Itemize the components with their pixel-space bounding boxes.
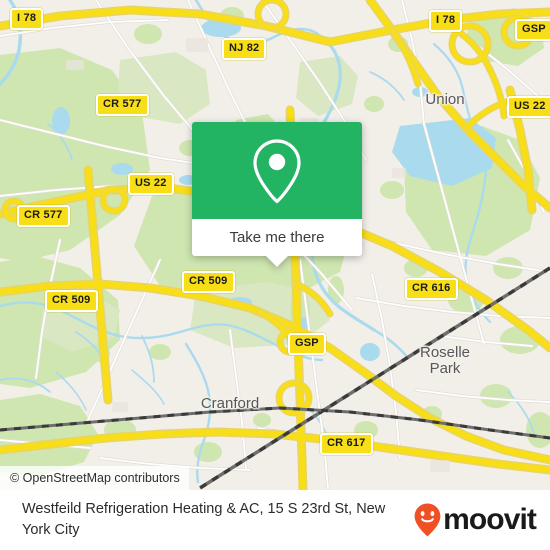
road-shield[interactable]: CR 616 bbox=[405, 278, 458, 300]
place-label-roselle-park: Roselle Park bbox=[419, 344, 471, 377]
moovit-logo[interactable]: moovit bbox=[414, 503, 537, 537]
map-canvas[interactable]: .wtr { fill:#aadaee; } .wln { fill:none;… bbox=[0, 0, 550, 490]
moovit-map-page: .wtr { fill:#aadaee; } .wln { fill:none;… bbox=[0, 0, 550, 550]
road-shield[interactable]: CR 577 bbox=[96, 94, 149, 116]
road-shield[interactable]: CR 617 bbox=[320, 433, 373, 455]
location-pin-icon bbox=[251, 138, 303, 204]
road-shield[interactable]: GSP bbox=[515, 19, 550, 41]
take-me-there-label: Take me there bbox=[229, 229, 325, 246]
road-shield[interactable]: US 22 bbox=[507, 96, 550, 118]
road-shield[interactable]: CR 577 bbox=[17, 205, 70, 227]
take-me-there-button[interactable]: Take me there bbox=[192, 219, 362, 267]
location-popup-card[interactable]: Take me there bbox=[192, 122, 362, 267]
place-label-cranford: Cranford bbox=[200, 395, 260, 412]
road-shield[interactable]: CR 509 bbox=[45, 290, 98, 312]
road-shield[interactable]: I 78 bbox=[429, 10, 463, 32]
popup-tail bbox=[266, 256, 288, 267]
page-title: Westfeild Refrigeration Heating & AC, 15… bbox=[22, 501, 386, 538]
map-attribution[interactable]: © OpenStreetMap contributors bbox=[0, 466, 189, 490]
road-shield[interactable]: I 78 bbox=[10, 8, 44, 30]
road-shield[interactable]: NJ 82 bbox=[222, 38, 267, 60]
footer-bar: Westfeild Refrigeration Heating & AC, 15… bbox=[0, 490, 550, 550]
place-label-union: Union bbox=[425, 91, 465, 108]
moovit-smiley-pin-icon bbox=[414, 503, 441, 537]
road-shield[interactable]: GSP bbox=[288, 333, 326, 355]
road-shield[interactable]: CR 509 bbox=[182, 271, 235, 293]
moovit-wordmark: moovit bbox=[443, 503, 537, 536]
popup-header bbox=[192, 122, 362, 219]
road-shield[interactable]: US 22 bbox=[128, 173, 174, 195]
